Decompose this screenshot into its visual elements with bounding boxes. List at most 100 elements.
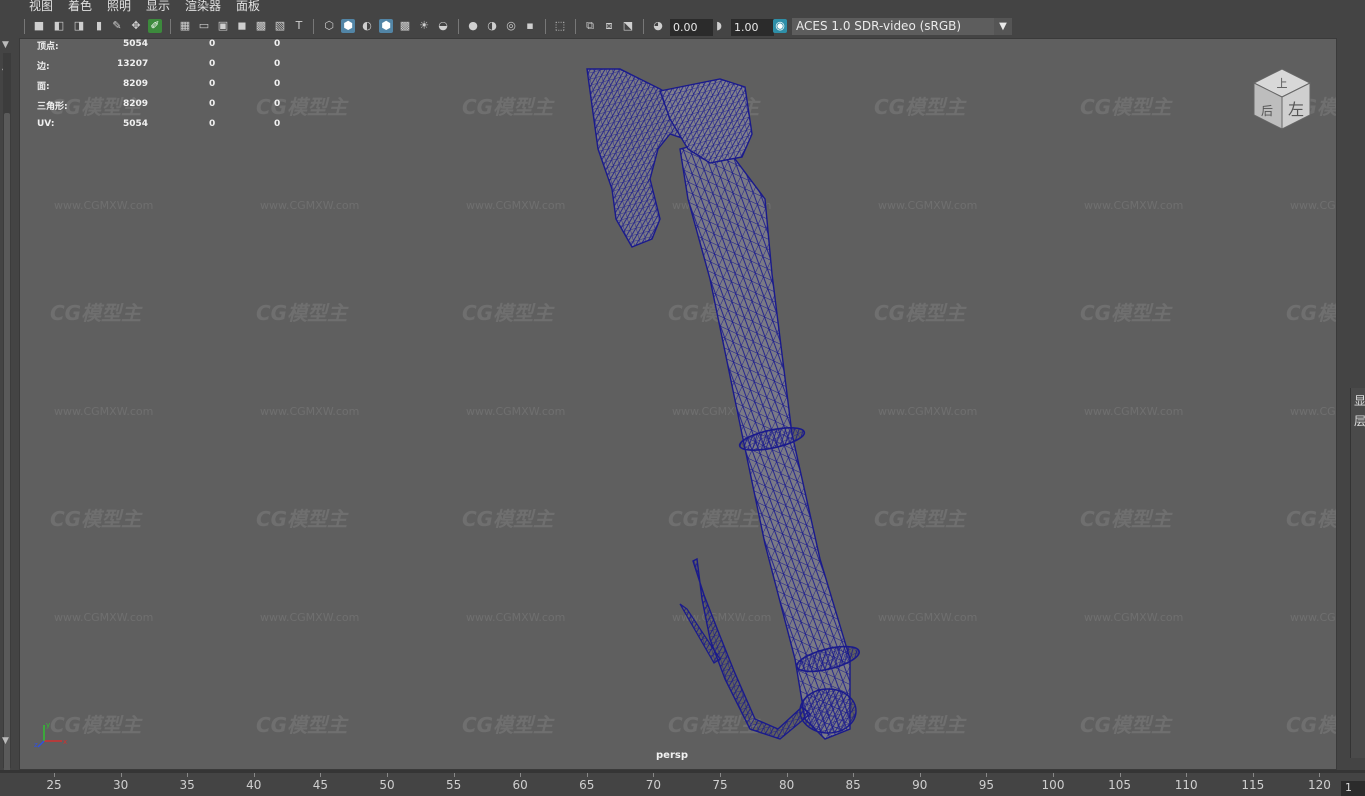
gamma-field[interactable] — [731, 19, 774, 36]
timeline-tick-mark — [653, 773, 655, 777]
timeline-tick-mark — [853, 773, 855, 777]
timeline-tick-mark — [54, 773, 55, 777]
timeline-tick-label: 90 — [912, 778, 928, 792]
textured-icon[interactable]: ▩ — [398, 19, 412, 33]
scroll-down-arrow-icon[interactable]: ▼ — [2, 736, 9, 746]
safe-action-icon[interactable]: ▧ — [273, 19, 287, 33]
toolbar-separator — [458, 19, 459, 34]
smooth-shade-icon[interactable]: ⬢ — [341, 19, 355, 33]
timeline-tick-label: 105 — [1108, 778, 1132, 792]
2d-pan-zoom-icon[interactable]: ✥ — [129, 19, 143, 33]
bookmarks-icon[interactable]: ◨ — [72, 19, 86, 33]
resolution-gate-icon[interactable]: ▣ — [216, 19, 230, 33]
depth-of-field-icon[interactable]: ▪ — [523, 19, 537, 33]
isolate-select-icon[interactable]: ⬚ — [553, 19, 567, 33]
anti-aliasing-icon[interactable]: ◎ — [504, 19, 518, 33]
timeline-tick-mark — [187, 773, 189, 777]
xray-active-components-icon[interactable]: ⬔ — [621, 19, 635, 33]
menu-shading[interactable]: 着色 — [68, 0, 92, 13]
grid-icon[interactable]: ▦ — [178, 19, 192, 33]
film-gate-icon[interactable]: ▭ — [197, 19, 211, 33]
timeline-tick-label: 95 — [978, 778, 995, 792]
scroll-thumb[interactable] — [4, 113, 10, 773]
timeline-tick-mark — [120, 773, 122, 777]
timeline-tick-mark — [253, 773, 255, 777]
timeline-tick-label: 25 — [46, 778, 62, 792]
timeline-tick-label: 70 — [645, 778, 662, 792]
timeline-tick-mark — [320, 773, 322, 777]
channel-box-collapsed[interactable]: 显 层 — [1350, 388, 1365, 758]
right-panel-label-display[interactable]: 显 — [1354, 392, 1365, 409]
default-material-icon[interactable]: ◐ — [360, 19, 374, 33]
timeline-tick-label: 45 — [312, 778, 329, 792]
timeline-tick-label: 110 — [1174, 778, 1198, 792]
colorspace-dropdown[interactable]: ACES 1.0 SDR-video (sRGB) ▼ — [792, 18, 1012, 35]
timeline-tick-mark — [520, 773, 522, 777]
use-lights-icon[interactable]: ☀ — [417, 19, 431, 33]
axis-y-label: y — [46, 721, 50, 729]
timeline-tick-label: 55 — [445, 778, 462, 792]
wireframe-on-shaded-icon[interactable]: ⬢ — [379, 19, 393, 33]
grease-pencil-active-icon[interactable]: ✐ — [148, 19, 162, 33]
axe-wireframe-model[interactable] — [20, 39, 1337, 770]
grease-pencil-icon[interactable]: ✎ — [110, 19, 124, 33]
axis-gizmo: x y z — [34, 721, 67, 749]
camera-name-label: persp — [656, 750, 688, 761]
timeline-tick-mark — [1186, 773, 1188, 777]
timeline-tick-label: 85 — [845, 778, 861, 792]
timeline-tick-label: 50 — [379, 778, 395, 792]
menu-renderer[interactable]: 渲染器 — [185, 0, 221, 13]
axis-x-label: x — [63, 738, 67, 746]
timeline-tick-label: 80 — [778, 778, 795, 792]
gate-mask-icon[interactable]: ◼ — [235, 19, 249, 33]
toolbar-separator — [24, 19, 25, 34]
exposure-field[interactable] — [670, 19, 713, 36]
menu-lighting[interactable]: 照明 — [107, 0, 131, 13]
xray-joints-icon[interactable]: ⧈ — [602, 19, 616, 33]
viewcube-widget[interactable]: 上 后 左 — [1246, 63, 1318, 135]
menu-view[interactable]: 视图 — [29, 0, 53, 13]
screen-space-ao-icon[interactable]: ● — [466, 19, 480, 33]
left-scrollbar[interactable]: ▼ ▲ ▼ — [0, 38, 19, 773]
panel-toolbar: ■ ◧ ◨ ▮ ✎ ✥ ✐ ▦ ▭ ▣ ◼ ▩ ▧ T ⬡ ⬢ ◐ ⬢ ▩ ☀ … — [0, 14, 1365, 39]
safe-title-icon[interactable]: T — [292, 19, 306, 33]
menu-show[interactable]: 显示 — [146, 0, 170, 13]
timeline-tick-label: 100 — [1041, 778, 1065, 792]
timeline-tick-mark — [919, 773, 921, 777]
field-chart-icon[interactable]: ▩ — [254, 19, 268, 33]
select-camera-icon[interactable]: ■ — [32, 19, 46, 33]
timeline-tick-mark — [786, 773, 788, 777]
current-frame-field[interactable]: 1 — [1341, 781, 1365, 796]
shadows-icon[interactable]: ◒ — [436, 19, 450, 33]
viewcube-back-label: 后 — [1261, 104, 1273, 118]
xray-icon[interactable]: ⧉ — [583, 19, 597, 33]
colorspace-label: ACES 1.0 SDR-video (sRGB) — [796, 19, 962, 33]
timeline-tick-mark — [586, 773, 588, 777]
scroll-up-icon[interactable]: ▼ — [2, 40, 9, 50]
timeline-tick-label: 40 — [246, 778, 262, 792]
time-slider[interactable]: 25 30 35 40 45 50 55 60 65 70 75 80 85 90 95 100 105 110 1… — [0, 770, 1365, 796]
right-panel-label-layer[interactable]: 层 — [1354, 412, 1365, 429]
viewcube-left-label: 左 — [1288, 100, 1304, 119]
toolbar-separator — [545, 19, 546, 34]
timeline-tick-label: 75 — [712, 778, 728, 792]
timeline-tick-mark — [720, 773, 721, 777]
chevron-down-icon: ▼ — [994, 18, 1012, 35]
color-management-icon[interactable]: ◉ — [773, 19, 787, 33]
axis-z-label: z — [34, 741, 38, 749]
timeline-tick-mark — [387, 773, 388, 777]
image-plane-icon[interactable]: ▮ — [92, 19, 106, 33]
toolbar-separator — [170, 19, 171, 34]
timeline-tick-mark — [1252, 773, 1254, 777]
motion-blur-icon[interactable]: ◑ — [485, 19, 499, 33]
toolbar-separator — [313, 19, 314, 34]
timeline-tick-mark — [1119, 773, 1121, 777]
timeline-tick-mark — [1319, 773, 1321, 777]
wireframe-icon[interactable]: ⬡ — [322, 19, 336, 33]
perspective-viewport[interactable]: CG模型主CG模型主CG模型主CG模型主CG模型主CG模型主CG模型主CG模型主… — [19, 38, 1337, 770]
gamma-icon[interactable]: ◗ — [712, 19, 726, 33]
menu-panels[interactable]: 面板 — [236, 0, 260, 13]
camera-attributes-icon[interactable]: ◧ — [52, 19, 66, 33]
toolbar-separator — [643, 19, 644, 34]
exposure-icon[interactable]: ◕ — [651, 19, 665, 33]
